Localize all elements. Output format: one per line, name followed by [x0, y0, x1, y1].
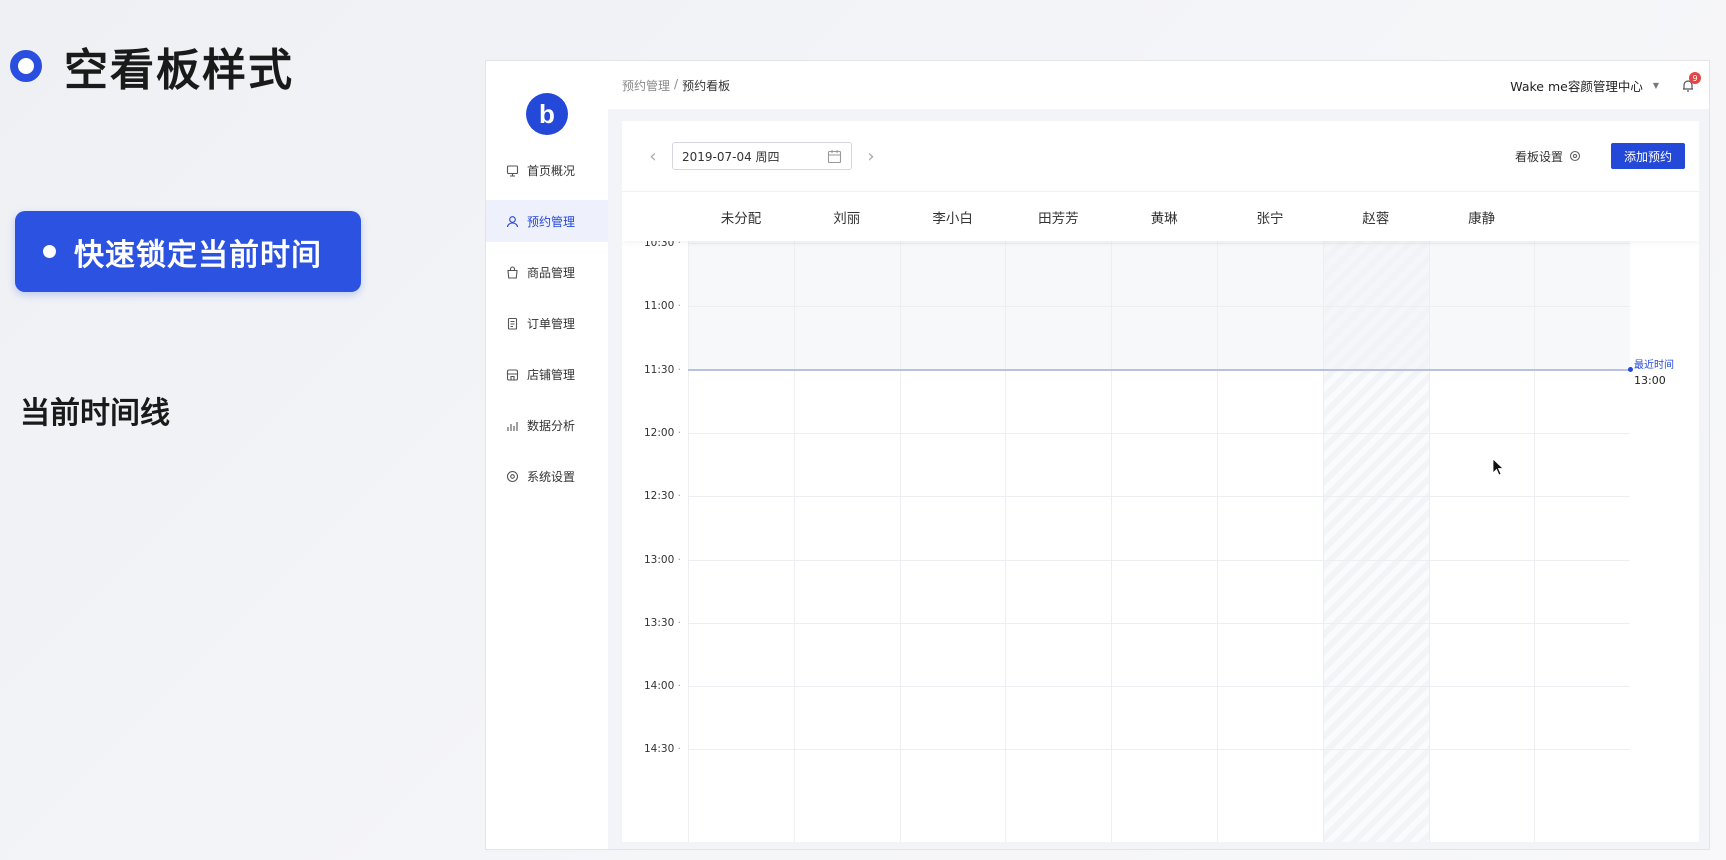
sidebar-item-label: 订单管理 — [527, 316, 576, 331]
time-slot-label: 11:30 — [644, 364, 688, 376]
time-slot-label: 13:00 — [644, 554, 688, 566]
sidebar-item-label: 系统设置 — [527, 469, 576, 484]
calendar-icon — [827, 149, 842, 163]
current-time-label: 最近时间 — [1634, 359, 1674, 371]
slide-title: 空看板样式 — [10, 34, 294, 98]
add-booking-button[interactable]: 添加预约 — [1611, 143, 1685, 169]
sidebar-nav: 首页概况预约管理商品管理订单管理店铺管理数据分析系统设置 — [486, 149, 608, 506]
store-name: Wake me容颜管理中心 — [1510, 78, 1643, 94]
column-divider — [1322, 241, 1324, 842]
sidebar-item-1[interactable]: 首页概况 — [486, 149, 608, 191]
breadcrumb-separator: / — [674, 76, 679, 91]
row-divider — [688, 496, 1630, 498]
column-divider — [1111, 241, 1113, 842]
next-day-icon[interactable]: › — [862, 146, 880, 167]
row-divider — [688, 622, 1630, 624]
sidebar-item-5[interactable]: 店铺管理 — [486, 353, 608, 395]
user-icon — [506, 215, 519, 227]
sidebar-item-label: 首页概况 — [527, 163, 576, 178]
column-divider — [688, 241, 689, 842]
feature-pill-text: 快速锁定当前时间 — [74, 237, 322, 273]
time-slot-label: 13:30 — [644, 617, 688, 629]
current-time-line — [688, 368, 1630, 371]
current-time-dot-icon — [1628, 367, 1633, 373]
column-divider — [1534, 241, 1536, 842]
staff-column-3[interactable]: 李小白 — [895, 192, 1011, 242]
bar-chart-icon — [507, 421, 518, 431]
slide-title-text: 空看板样式 — [64, 45, 294, 96]
staff-column-1[interactable]: 未分配 — [683, 192, 799, 242]
row-divider — [688, 559, 1630, 561]
gear-icon — [506, 470, 519, 482]
sidebar-item-6[interactable]: 数据分析 — [486, 404, 608, 446]
staff-column-6[interactable]: 张宁 — [1212, 192, 1328, 242]
staff-column-7[interactable]: 赵蓉 — [1318, 192, 1434, 242]
board-settings-label: 看板设置 — [1514, 149, 1563, 164]
notification-badge: 9 — [1689, 72, 1701, 84]
mouse-pointer-icon — [1492, 458, 1504, 476]
sidebar-item-label: 数据分析 — [527, 418, 576, 433]
sidebar-item-3[interactable]: 商品管理 — [486, 251, 608, 293]
store-selector[interactable]: Wake me容颜管理中心 ▼ — [1510, 76, 1659, 95]
sidebar-item-label: 商品管理 — [527, 265, 576, 280]
current-time-value: 13:00 — [1634, 373, 1666, 387]
column-divider — [793, 241, 795, 842]
row-divider — [688, 432, 1630, 434]
sidebar-item-2[interactable]: 预约管理 — [486, 200, 608, 242]
booking-board: ‹ 2019-07-04 周四 › 看板设置 添加预约 未分配 刘丽 李小白 田芳芳黄… — [622, 121, 1699, 842]
time-slot-label: 12:30 — [644, 490, 688, 502]
document-icon — [507, 317, 518, 330]
bullet-dot-icon — [43, 245, 56, 258]
staff-column-8[interactable]: 康静 — [1424, 192, 1540, 242]
monitor-icon — [506, 164, 519, 177]
row-divider — [688, 749, 1630, 751]
row-divider — [688, 306, 1630, 308]
current-time-tag: 最近时间 13:00 — [1634, 358, 1674, 388]
board-toolbar: ‹ 2019-07-04 周四 › 看板设置 添加预约 — [622, 121, 1699, 191]
sidebar-item-4[interactable]: 订单管理 — [486, 302, 608, 344]
column-divider — [1005, 241, 1007, 842]
staff-column-2[interactable]: 刘丽 — [789, 192, 905, 242]
schedule-grid[interactable]: 10:3011:0011:3012:0012:3013:0013:3014:00… — [622, 237, 1699, 842]
time-slot-label: 11:00 — [644, 300, 688, 312]
ring-bullet-icon — [10, 50, 42, 82]
top-header: 预约管理 / 预约看板 Wake me容颜管理中心 ▼ 9 — [608, 61, 1709, 109]
bell-icon[interactable]: 9 — [1681, 72, 1701, 92]
bag-icon — [507, 265, 518, 279]
time-slot-label: 14:30 — [644, 743, 688, 755]
prev-day-icon[interactable]: ‹ — [644, 146, 662, 167]
feature-pill: 快速锁定当前时间 — [15, 211, 361, 292]
past-time-shade — [688, 241, 1630, 370]
slide-subheading: 当前时间线 — [20, 396, 170, 431]
sidebar-item-label: 预约管理 — [527, 214, 576, 229]
column-divider — [1428, 241, 1430, 842]
sidebar-item-7[interactable]: 系统设置 — [486, 455, 608, 497]
gear-icon — [1569, 150, 1581, 162]
staff-column-header: 未分配 刘丽 李小白 田芳芳 黄琳 张宁 赵蓉 康静 — [622, 191, 1699, 241]
row-divider — [688, 243, 1630, 244]
time-slot-label: 12:00 — [644, 427, 688, 439]
store-icon — [506, 368, 519, 381]
sidebar-item-label: 店铺管理 — [527, 367, 576, 382]
breadcrumb: 预约管理 / 预约看板 — [622, 77, 730, 94]
date-value: 2019-07-04 周四 — [682, 149, 780, 164]
row-divider — [688, 686, 1630, 688]
breadcrumb-current: 预约看板 — [682, 78, 731, 93]
column-divider — [899, 241, 901, 842]
app-window: b 首页概况 预约管理 商品管理 订单管理 店铺管理 数据分析 系统设置 预约管理 / 预约… — [485, 60, 1710, 850]
logo-icon[interactable]: b — [526, 93, 568, 135]
staff-column-5[interactable]: 黄琳 — [1106, 192, 1222, 242]
caret-down-icon: ▼ — [1652, 80, 1659, 90]
board-settings-button[interactable]: 看板设置 — [1515, 148, 1581, 165]
breadcrumb-parent[interactable]: 预约管理 — [622, 77, 670, 94]
staff-column-4[interactable]: 田芳芳 — [1000, 192, 1116, 242]
sidebar: b 首页概况预约管理商品管理订单管理店铺管理数据分析系统设置 — [486, 61, 608, 849]
date-picker[interactable]: 2019-07-04 周四 — [672, 142, 852, 170]
time-slot-label: 14:00 — [644, 680, 688, 692]
column-divider — [1217, 241, 1218, 842]
